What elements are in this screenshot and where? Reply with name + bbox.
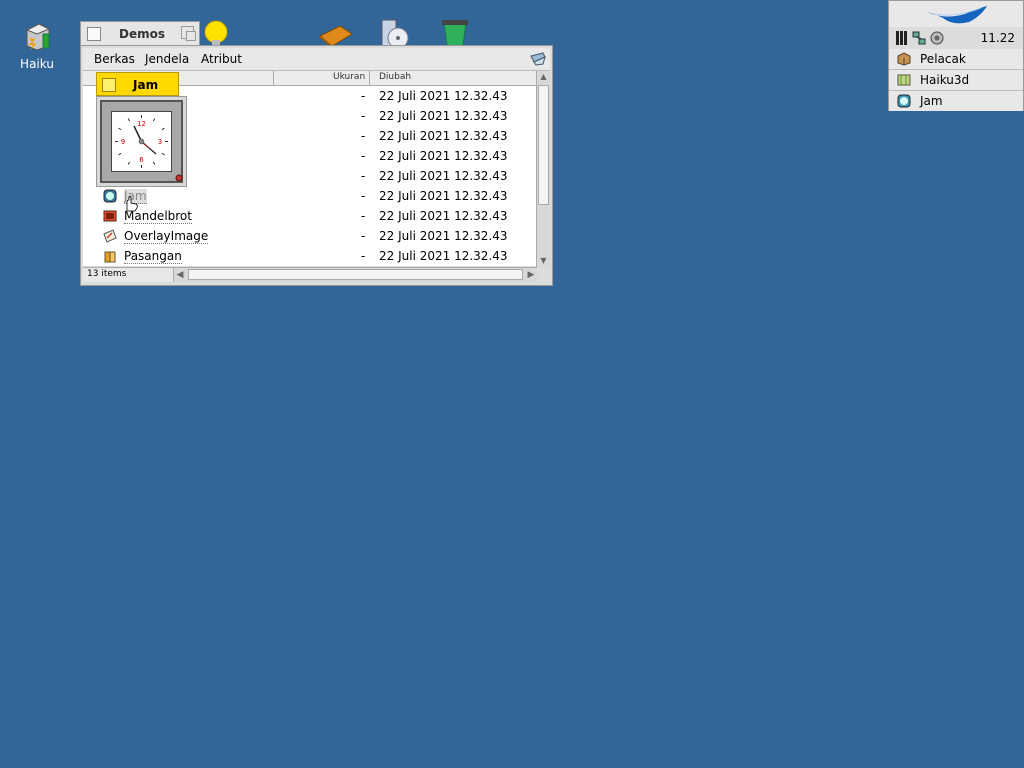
item-date: 22 Juli 2021 12.32.43 bbox=[379, 109, 508, 123]
tracker-location-icon[interactable] bbox=[530, 52, 546, 66]
system-tray: 11.22 bbox=[889, 27, 1023, 50]
item-size: - bbox=[361, 129, 366, 143]
haiku3d-icon bbox=[897, 74, 911, 86]
horizontal-scrollbar[interactable]: ◀ ▶ bbox=[173, 267, 537, 282]
close-icon[interactable] bbox=[87, 27, 101, 41]
item-size: - bbox=[361, 169, 366, 183]
item-size: - bbox=[361, 109, 366, 123]
scroll-down-arrow-icon[interactable]: ▼ bbox=[538, 255, 549, 267]
clock-dial: 12 3 6 9 bbox=[115, 115, 168, 168]
vertical-scrollbar[interactable]: ▲ ▼ bbox=[536, 71, 551, 267]
deskbar-item-jam[interactable]: Jam bbox=[889, 91, 1023, 111]
menu-jendela[interactable]: Jendela bbox=[145, 52, 189, 66]
list-item-jam[interactable]: Jam - 22 Juli 2021 12.32.43 bbox=[83, 186, 536, 212]
clock-app-icon bbox=[103, 189, 117, 203]
zoom-icon[interactable] bbox=[181, 26, 196, 41]
column-size[interactable]: Ukuran bbox=[333, 72, 365, 82]
pasangan-icon bbox=[104, 251, 116, 263]
deskbar-item-haiku3d[interactable]: Haiku3d bbox=[889, 70, 1023, 91]
haiku-leaf-icon bbox=[927, 6, 987, 24]
close-icon[interactable] bbox=[102, 78, 116, 92]
list-item-pasangan[interactable]: Pasangan - 22 Juli 2021 12.32.43 bbox=[83, 246, 536, 266]
horizontal-scroll-thumb[interactable] bbox=[188, 269, 523, 280]
clock-window-tab[interactable]: Jam bbox=[96, 72, 179, 96]
deskbar-item-pelacak[interactable]: Pelacak bbox=[889, 49, 1023, 70]
volume-icon[interactable] bbox=[929, 30, 945, 46]
network-icon[interactable] bbox=[911, 30, 927, 46]
item-size: - bbox=[361, 189, 366, 203]
clock-face: 12 3 6 9 bbox=[111, 111, 172, 172]
scroll-right-arrow-icon[interactable]: ▶ bbox=[525, 268, 537, 282]
clock-number-3: 3 bbox=[158, 138, 162, 146]
clock-frame: 12 3 6 9 bbox=[100, 100, 183, 183]
menu-atribut[interactable]: Atribut bbox=[201, 52, 242, 66]
item-date: 22 Juli 2021 12.32.43 bbox=[379, 189, 508, 203]
item-size: - bbox=[361, 89, 366, 103]
clock-window: 12 3 6 9 bbox=[96, 96, 187, 187]
status-bar: 13 items bbox=[83, 267, 173, 282]
item-size: - bbox=[361, 229, 366, 243]
resize-handle-icon[interactable] bbox=[175, 174, 183, 182]
leaf-menu-button[interactable] bbox=[889, 1, 1023, 28]
deskbar-item-label: Pelacak bbox=[920, 52, 966, 66]
item-size: - bbox=[361, 149, 366, 163]
cpu-monitor-icon[interactable] bbox=[895, 30, 909, 46]
item-size: - bbox=[361, 249, 366, 263]
scroll-left-arrow-icon[interactable]: ◀ bbox=[174, 268, 186, 282]
overlayimage-icon bbox=[103, 229, 117, 243]
deskbar-clock[interactable]: 11.22 bbox=[981, 31, 1015, 45]
item-size: - bbox=[361, 209, 366, 223]
deskbar: 11.22 Pelacak Haiku3d Jam bbox=[888, 0, 1024, 111]
scroll-up-arrow-icon[interactable]: ▲ bbox=[538, 71, 549, 83]
clock-window-title: Jam bbox=[133, 78, 159, 92]
item-date: 22 Juli 2021 12.32.43 bbox=[379, 229, 508, 243]
menu-berkas[interactable]: Berkas bbox=[94, 52, 135, 66]
vertical-scroll-thumb[interactable] bbox=[538, 85, 549, 205]
item-name: Pasangan bbox=[124, 249, 182, 264]
item-date: 22 Juli 2021 12.32.43 bbox=[379, 169, 508, 183]
list-item-overlayimage[interactable]: OverlayImage - 22 Juli 2021 12.32.43 bbox=[83, 226, 536, 246]
list-item-mandelbrot[interactable]: Mandelbrot - 22 Juli 2021 12.32.43 bbox=[83, 206, 536, 226]
mandelbrot-icon bbox=[103, 210, 117, 222]
deskbar-item-label: Jam bbox=[920, 94, 943, 108]
column-modified[interactable]: Diubah bbox=[379, 72, 411, 82]
tracker-icon bbox=[897, 52, 911, 66]
clock-app-icon bbox=[897, 94, 911, 108]
item-date: 22 Juli 2021 12.32.43 bbox=[379, 209, 508, 223]
clock-number-6: 6 bbox=[139, 156, 144, 164]
item-name: OverlayImage bbox=[124, 229, 209, 244]
item-name: Mandelbrot bbox=[124, 209, 192, 224]
item-date: 22 Juli 2021 12.32.43 bbox=[379, 249, 508, 263]
window-tab[interactable]: Demos bbox=[80, 21, 200, 45]
item-date: 22 Juli 2021 12.32.43 bbox=[379, 129, 508, 143]
window-title: Demos bbox=[119, 27, 165, 41]
clock-number-12: 12 bbox=[137, 120, 146, 128]
item-date: 22 Juli 2021 12.32.43 bbox=[379, 149, 508, 163]
desktop-icon-label: Haiku bbox=[20, 57, 54, 71]
desktop-icon-haiku[interactable]: Haiku bbox=[7, 20, 67, 71]
clock-number-9: 9 bbox=[121, 138, 125, 146]
menu-bar: Berkas Jendela Atribut bbox=[83, 48, 550, 71]
item-count: 13 items bbox=[87, 269, 127, 279]
deskbar-item-label: Haiku3d bbox=[920, 73, 970, 87]
haiku-disk-icon bbox=[25, 23, 51, 51]
item-date: 22 Juli 2021 12.32.43 bbox=[379, 89, 508, 103]
